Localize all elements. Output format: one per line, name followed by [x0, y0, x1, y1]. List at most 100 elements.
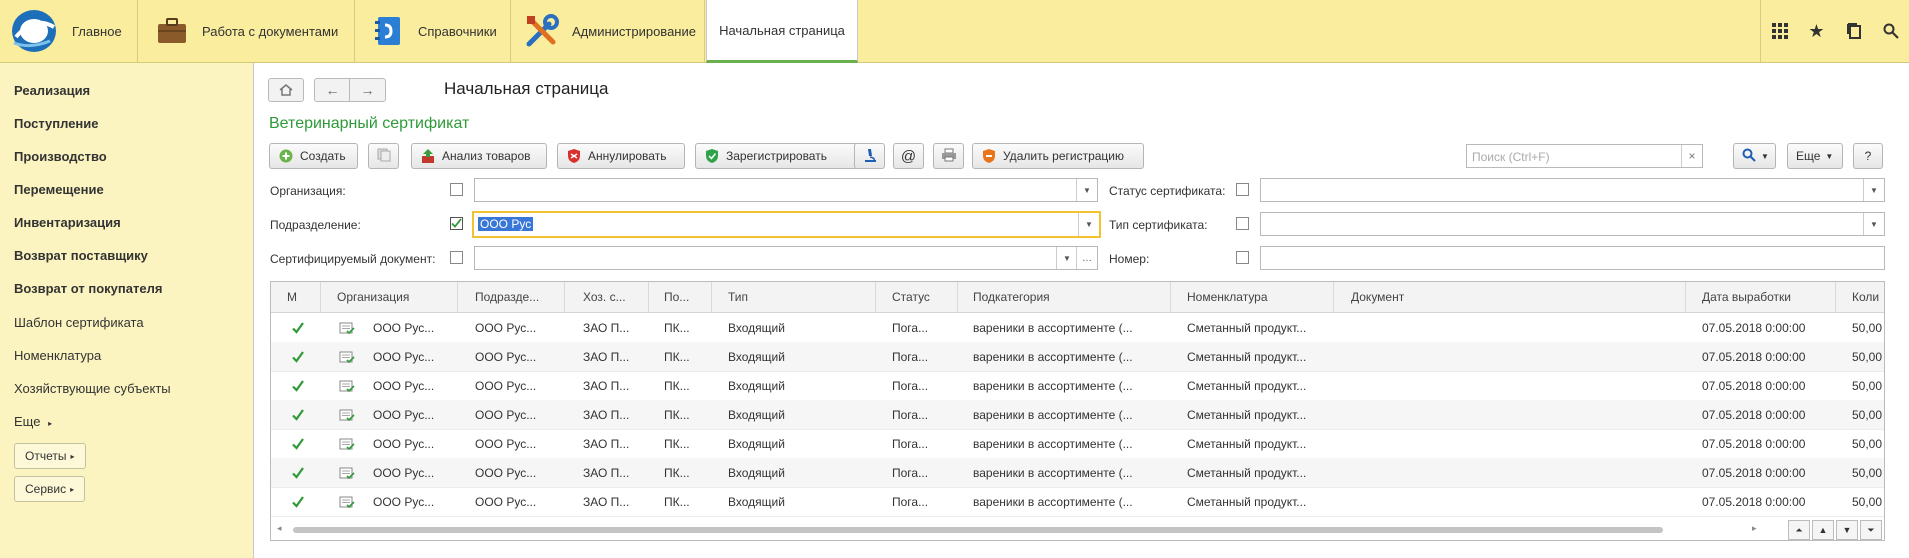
table-cell-subcat: вареники в ассортименте (... — [973, 349, 1133, 364]
sidebar-item-production[interactable]: Производство — [14, 149, 107, 164]
create-button[interactable]: Создать — [269, 143, 358, 169]
register-button[interactable]: Зарегистрировать — [695, 143, 858, 169]
history-icon[interactable] — [1835, 0, 1872, 62]
search-input[interactable]: Поиск (Ctrl+F) × — [1466, 144, 1703, 168]
column-header-status[interactable]: Статус — [876, 282, 958, 312]
sidebar-more[interactable]: Еще ▸ — [14, 414, 52, 429]
chevron-down-icon[interactable]: ▼ — [1076, 179, 1097, 201]
table-cell-nom: Сметанный продукт... — [1187, 378, 1307, 393]
column-header-department[interactable]: Подразде... — [458, 282, 565, 312]
search-icon[interactable] — [1872, 0, 1909, 62]
section-documents-label: Работа с документами — [202, 23, 339, 39]
scroll-left-icon[interactable]: ◂ — [277, 523, 282, 534]
print-button[interactable] — [933, 143, 964, 169]
table-row[interactable]: ООО Рус... ООО Рус... ЗАО П... ПК... Входящи… — [271, 487, 1884, 517]
column-header-nomenclature[interactable]: Номенклатура — [1171, 282, 1334, 312]
organization-field[interactable]: ▼ — [474, 178, 1098, 202]
checkmark-icon — [285, 458, 315, 487]
delete-registration-label: Удалить регистрацию — [1003, 149, 1124, 163]
scroll-down-button[interactable]: ▼ — [1836, 520, 1858, 540]
copy-button[interactable] — [368, 143, 399, 169]
certificates-table[interactable]: М Организация Подразде... Хоз. с... По..… — [270, 281, 1885, 541]
certified-document-field[interactable]: ▼ … — [474, 246, 1098, 270]
home-button[interactable] — [268, 78, 304, 102]
section-administration[interactable]: Администрирование — [512, 0, 705, 62]
tab-home-page[interactable]: Начальная страница — [706, 0, 858, 63]
delete-registration-button[interactable]: Удалить регистрацию — [972, 143, 1144, 169]
table-row[interactable]: ООО Рус... ООО Рус... ЗАО П... ПК... Входящи… — [271, 371, 1884, 401]
table-cell-dept: ООО Рус... — [475, 465, 537, 480]
certificate-type-field[interactable]: ▼ — [1260, 212, 1885, 236]
microscope-button[interactable] — [854, 143, 885, 169]
chevron-down-icon[interactable]: ▼ — [1056, 247, 1077, 269]
column-header-organization[interactable]: Организация — [321, 282, 458, 312]
column-header-mark[interactable]: М — [271, 282, 321, 312]
column-header-production-date[interactable]: Дата выработки — [1686, 282, 1836, 312]
section-documents[interactable]: Работа с документами — [137, 0, 355, 62]
forward-button[interactable]: → — [349, 78, 386, 102]
number-field[interactable] — [1260, 246, 1885, 270]
table-cell-qty: 50,00 — [1852, 436, 1883, 451]
certified-document-checkbox[interactable] — [450, 251, 463, 264]
analyze-goods-button[interactable]: Анализ товаров — [411, 143, 547, 169]
sidebar-item-return-customer[interactable]: Возврат от покупателя — [14, 281, 162, 296]
sidebar-item-certificate-template[interactable]: Шаблон сертификата — [14, 315, 144, 330]
column-header-document[interactable]: Документ — [1334, 282, 1686, 312]
clear-icon[interactable]: × — [1681, 145, 1702, 167]
email-button[interactable]: @ — [893, 143, 924, 169]
sidebar-item-transfer[interactable]: Перемещение — [14, 182, 104, 197]
scroll-first-button[interactable]: ⏶ — [1788, 520, 1810, 540]
chevron-down-icon[interactable]: ▼ — [1863, 213, 1884, 235]
search-placeholder: Поиск (Ctrl+F) — [1472, 150, 1550, 164]
scroll-last-button[interactable]: ⏷ — [1860, 520, 1882, 540]
section-directories[interactable]: Справочники — [356, 0, 511, 62]
sidebar-item-return-supplier[interactable]: Возврат поставщику — [14, 248, 148, 263]
scrollbar-thumb[interactable] — [293, 527, 1663, 533]
back-button[interactable]: ← — [314, 78, 351, 102]
column-header-type[interactable]: Тип — [712, 282, 876, 312]
department-field[interactable]: ООО Рус ▼ — [472, 211, 1101, 238]
chevron-down-icon[interactable]: ▼ — [1078, 213, 1099, 236]
column-header-subcategory[interactable]: Подкатегория — [958, 282, 1171, 312]
search-options-button[interactable]: ▼ — [1733, 143, 1776, 169]
column-header-quantity[interactable]: Коли — [1836, 282, 1884, 312]
table-row[interactable]: ООО Рус... ООО Рус... ЗАО П... ПК... Входящи… — [271, 429, 1884, 459]
caret-right-icon: ▸ — [48, 419, 53, 428]
scroll-up-button[interactable]: ▲ — [1812, 520, 1834, 540]
ellipsis-icon[interactable]: … — [1076, 247, 1097, 269]
help-button[interactable]: ? — [1853, 143, 1883, 169]
sidebar-item-receipt[interactable]: Поступление — [14, 116, 99, 131]
horizontal-scrollbar[interactable]: ◂ ▸ ⏶ ▲ ▼ ⏷ — [271, 520, 1884, 540]
table-cell-date: 07.05.2018 0:00:00 — [1702, 436, 1806, 451]
organization-checkbox[interactable] — [450, 183, 463, 196]
table-row[interactable]: ООО Рус... ООО Рус... ЗАО П... ПК... Входящи… — [271, 342, 1884, 372]
scroll-right-icon[interactable]: ▸ — [1752, 523, 1757, 534]
certificate-type-checkbox[interactable] — [1236, 217, 1249, 230]
service-button[interactable]: Сервис ▸ — [14, 476, 86, 502]
department-checkbox[interactable] — [450, 217, 463, 230]
sidebar-item-nomenclature[interactable]: Номенклатура — [14, 348, 101, 363]
star-icon[interactable]: ★ — [1798, 0, 1835, 62]
annul-button[interactable]: Аннулировать — [557, 143, 685, 169]
table-row[interactable]: ООО Рус... ООО Рус... ЗАО П... ПК... Входящи… — [271, 313, 1884, 343]
department-label: Подразделение: — [270, 218, 361, 232]
more-label: Еще — [1796, 149, 1821, 163]
grid-icon[interactable] — [1761, 0, 1798, 62]
table-row[interactable]: ООО Рус... ООО Рус... ЗАО П... ПК... Входящи… — [271, 458, 1884, 488]
sidebar-item-business-entities[interactable]: Хозяйствующие субъекты — [14, 381, 171, 396]
column-header-po[interactable]: По... — [649, 282, 712, 312]
reports-button[interactable]: Отчеты ▸ — [14, 443, 86, 469]
section-administration-label: Администрирование — [572, 23, 696, 39]
home-section[interactable]: Главное — [0, 0, 136, 62]
number-checkbox[interactable] — [1236, 251, 1249, 264]
column-header-business-entity[interactable]: Хоз. с... — [565, 282, 649, 312]
certificate-status-checkbox[interactable] — [1236, 183, 1249, 196]
more-button[interactable]: Еще ▼ — [1787, 143, 1843, 169]
tab-home-page-label: Начальная страница — [719, 22, 845, 38]
chevron-down-icon[interactable]: ▼ — [1863, 179, 1884, 201]
sidebar-item-sales[interactable]: Реализация — [14, 83, 90, 98]
table-cell-doc — [1334, 342, 1686, 371]
sidebar-item-inventory[interactable]: Инвентаризация — [14, 215, 121, 230]
certificate-status-field[interactable]: ▼ — [1260, 178, 1885, 202]
table-row[interactable]: ООО Рус... ООО Рус... ЗАО П... ПК... Входящи… — [271, 400, 1884, 430]
